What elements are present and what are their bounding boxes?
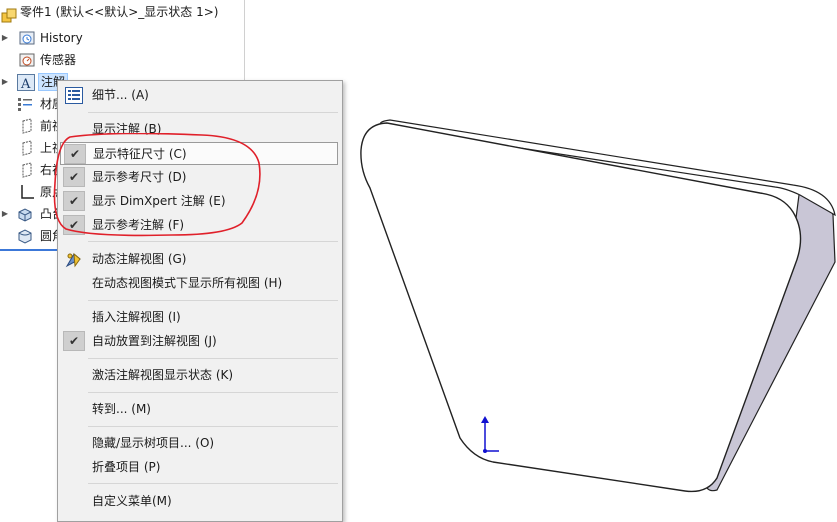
menu-item-customize-menu[interactable]: 自定义菜单(M) [60, 490, 338, 513]
menu-separator [88, 392, 338, 393]
menu-item-show-reference-annotations[interactable]: ✔ 显示参考注解 (F) [60, 214, 338, 237]
menu-item-show-all-views-dynamic[interactable]: 在动态视图模式下显示所有视图 (H) [60, 272, 338, 295]
tree-item-sensors[interactable]: 传感器 [0, 50, 244, 70]
fillet-icon [17, 228, 33, 244]
menu-item-dynamic-annotation-views[interactable]: 动态注解视图 (G) [60, 248, 338, 271]
menu-separator [88, 241, 338, 242]
boss-extrude-icon [17, 206, 33, 222]
menu-item-show-annotations[interactable]: 显示注解 (B) [60, 118, 338, 141]
plane-icon [19, 162, 35, 178]
menu-item-label: 显示特征尺寸 (C) [93, 147, 187, 161]
material-icon [17, 96, 33, 112]
menu-item-label: 插入注解视图 (I) [92, 310, 181, 324]
tree-root-label: 零件1 (默认<<默认>_显示状态 1>) [20, 5, 219, 19]
check-icon: ✔ [63, 215, 85, 235]
menu-item-label: 转到... (M) [92, 402, 151, 416]
menu-item-label: 动态注解视图 (G) [92, 252, 187, 266]
menu-item-show-dimxpert-annotations[interactable]: ✔ 显示 DimXpert 注解 (E) [60, 190, 338, 213]
menu-item-auto-place-annotation-view[interactable]: ✔ 自动放置到注解视图 (J) [60, 330, 338, 353]
annotations-context-menu: 细节... (A) 显示注解 (B) ✔ 显示特征尺寸 (C) ✔ 显示参考尺寸… [57, 80, 343, 522]
menu-separator [88, 426, 338, 427]
check-icon: ✔ [63, 167, 85, 187]
tree-item-label: 传感器 [40, 53, 77, 67]
tree-item-label: History [40, 31, 83, 45]
menu-separator [88, 483, 338, 484]
expand-arrow-icon[interactable]: ▶ [0, 28, 10, 48]
menu-item-insert-annotation-view[interactable]: 插入注解视图 (I) [60, 306, 338, 329]
menu-item-go-to[interactable]: 转到... (M) [60, 398, 338, 421]
check-icon: ✔ [63, 331, 85, 351]
check-icon: ✔ [63, 191, 85, 211]
details-icon [65, 87, 83, 104]
menu-item-show-feature-dimensions[interactable]: ✔ 显示特征尺寸 (C) [60, 142, 338, 165]
menu-separator [88, 358, 338, 359]
menu-item-label: 自定义菜单(M) [92, 494, 172, 508]
menu-item-collapse-items[interactable]: 折叠项目 (P) [60, 456, 338, 479]
menu-item-label: 激活注解视图显示状态 (K) [92, 368, 234, 382]
dynamic-view-icon [65, 251, 83, 268]
plane-icon [19, 118, 35, 134]
sensor-icon [19, 52, 35, 68]
tree-item-history[interactable]: ▶ History [0, 28, 244, 48]
check-icon: ✔ [64, 144, 86, 164]
expand-arrow-icon[interactable]: ▶ [0, 72, 10, 92]
menu-item-label: 显示 DimXpert 注解 (E) [92, 194, 226, 208]
menu-item-activate-view-display-state[interactable]: 激活注解视图显示状态 (K) [60, 364, 338, 387]
menu-item-hide-show-tree-items[interactable]: 隐藏/显示树项目... (O) [60, 432, 338, 455]
expand-arrow-icon[interactable]: ▶ [0, 204, 10, 224]
svg-text:A: A [20, 77, 31, 91]
tree-root[interactable]: 零件1 (默认<<默认>_显示状态 1>) [0, 5, 244, 26]
menu-item-label: 折叠项目 (P) [92, 460, 161, 474]
origin-triad-icon [481, 416, 499, 453]
part-icon [1, 8, 17, 24]
menu-item-label: 隐藏/显示树项目... (O) [92, 436, 215, 450]
menu-separator [88, 300, 338, 301]
menu-item-label: 显示参考注解 (F) [92, 218, 185, 232]
plane-icon [19, 140, 35, 156]
menu-item-label: 自动放置到注解视图 (J) [92, 334, 217, 348]
menu-item-details[interactable]: 细节... (A) [60, 84, 338, 107]
menu-item-label: 细节... (A) [92, 88, 149, 102]
annotation-icon: A [17, 74, 35, 92]
menu-item-show-reference-dimensions[interactable]: ✔ 显示参考尺寸 (D) [60, 166, 338, 189]
menu-separator [88, 112, 338, 113]
menu-item-label: 显示注解 (B) [92, 122, 162, 136]
menu-item-label: 显示参考尺寸 (D) [92, 170, 187, 184]
menu-item-label: 在动态视图模式下显示所有视图 (H) [92, 276, 283, 290]
history-icon [19, 30, 35, 46]
origin-icon [19, 184, 35, 200]
